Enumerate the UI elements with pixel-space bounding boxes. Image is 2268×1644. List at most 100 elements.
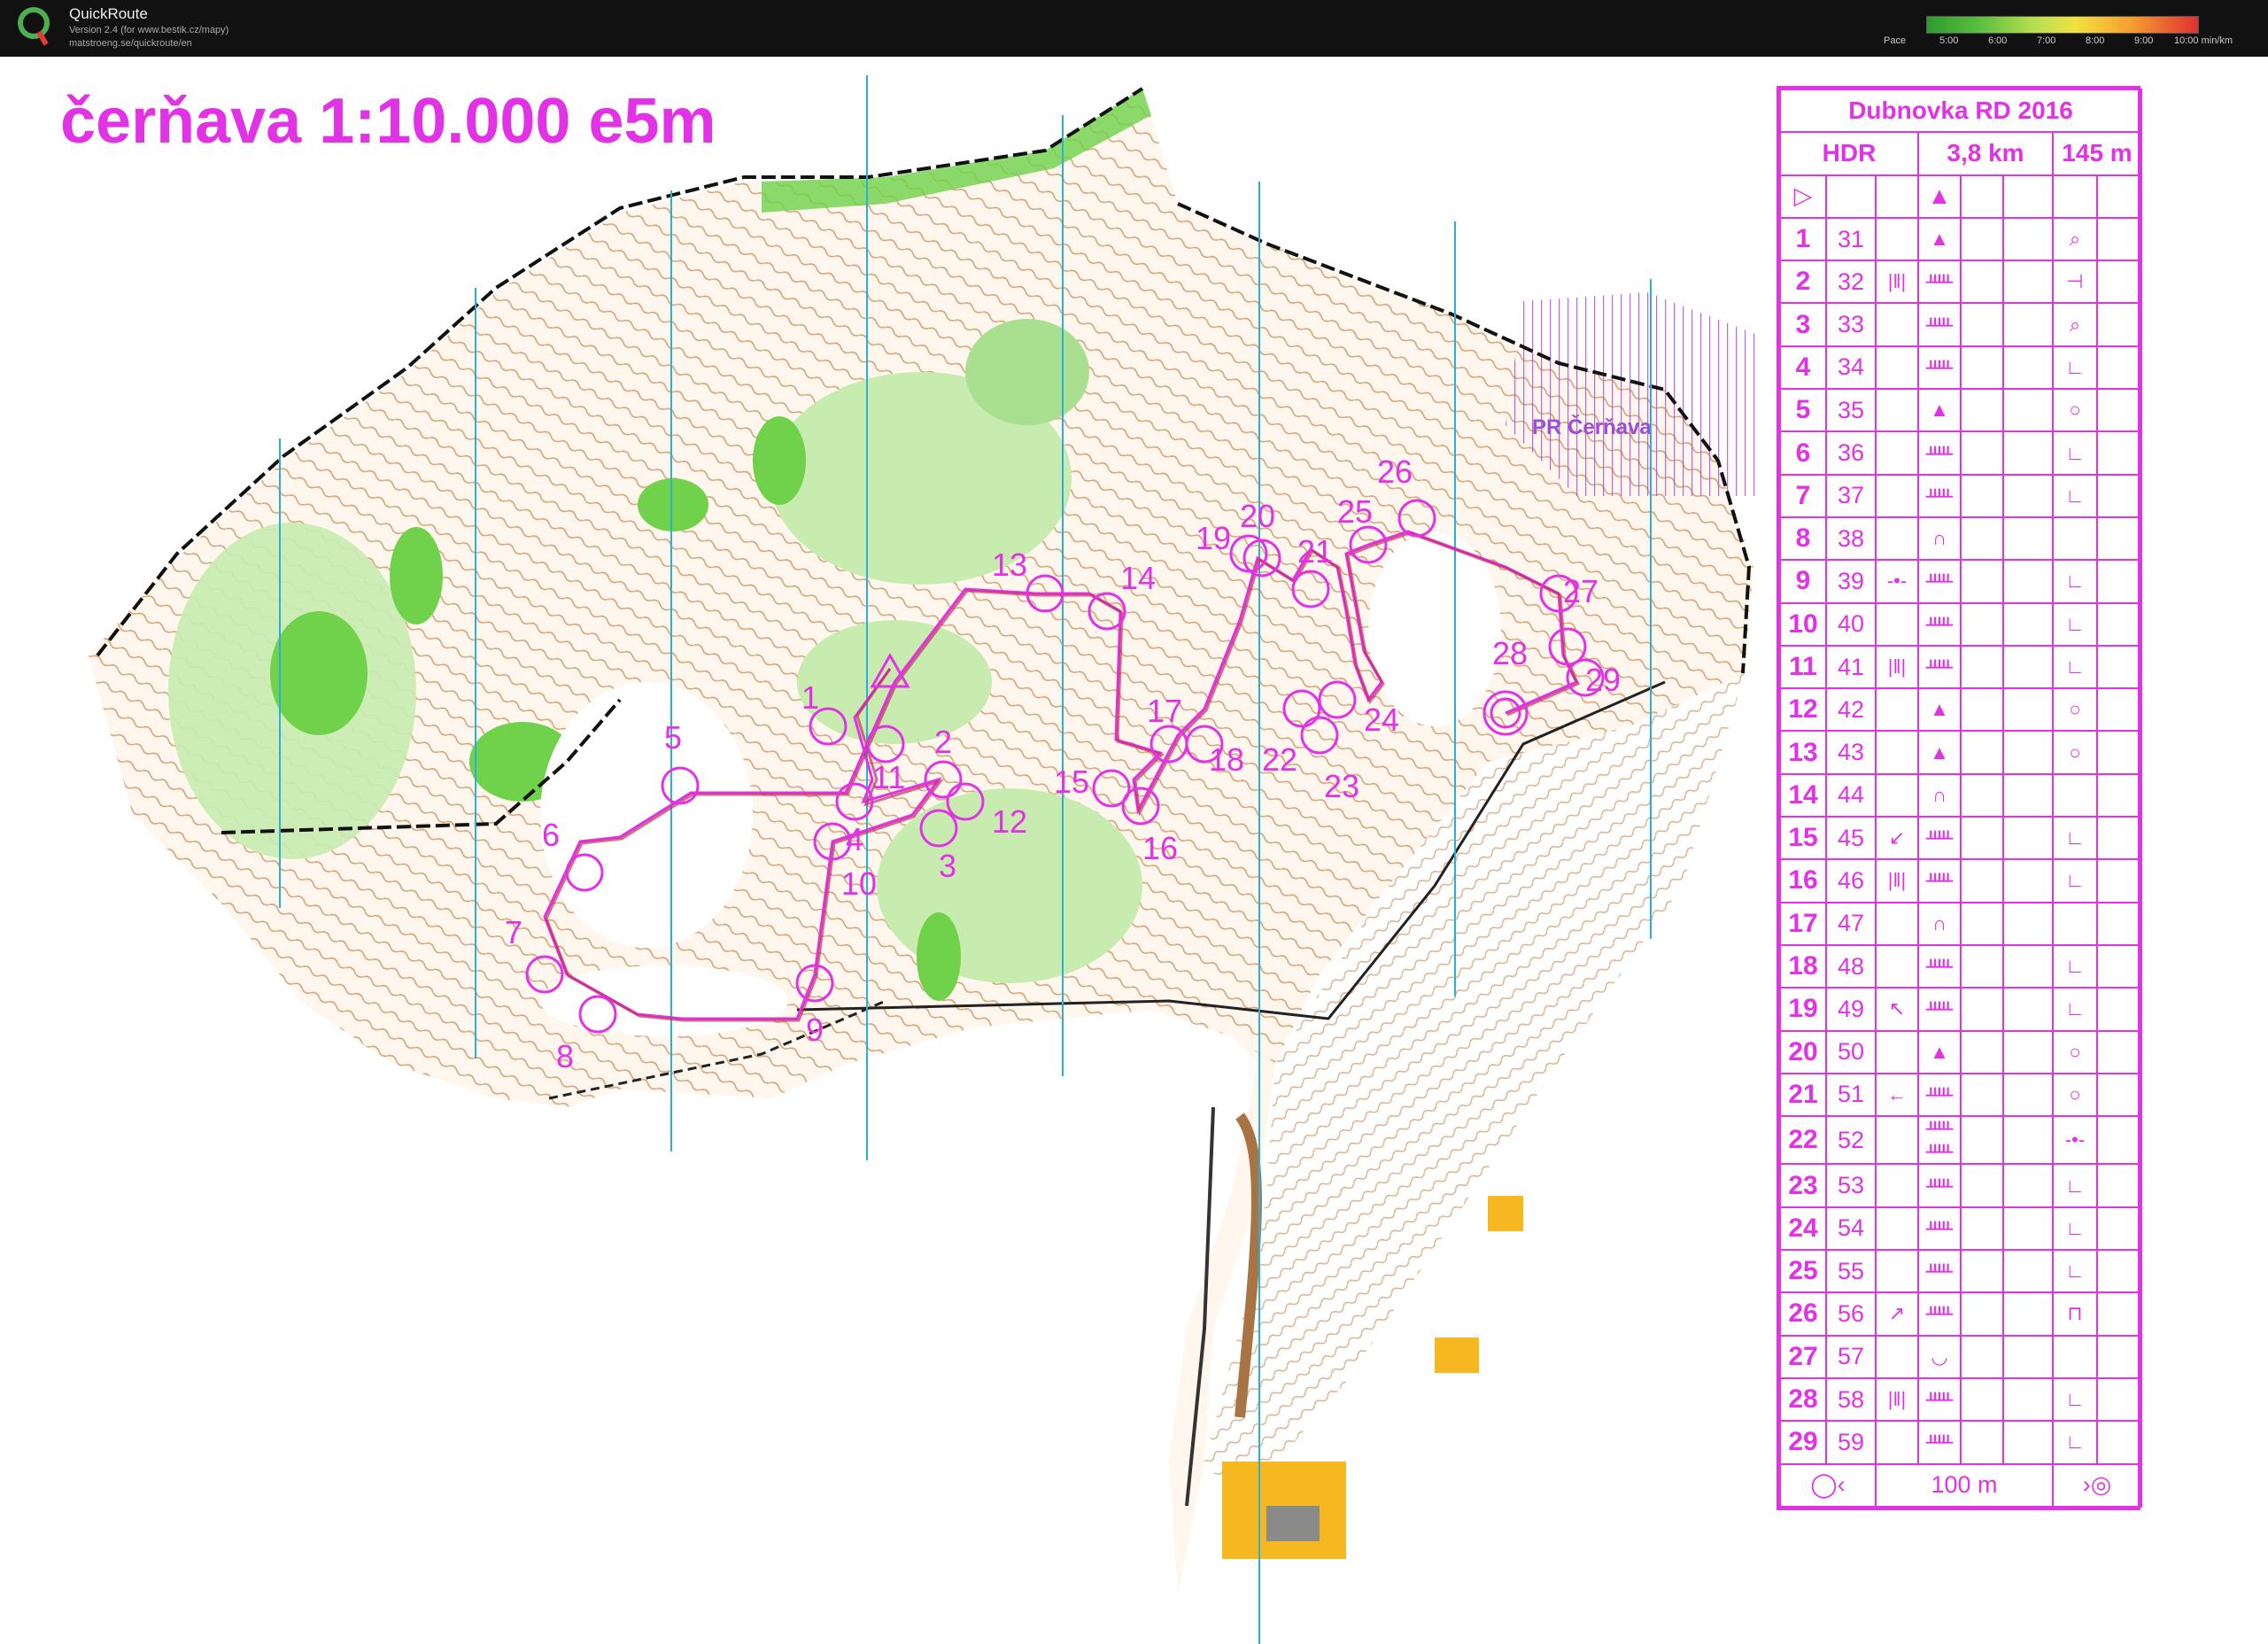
control-code: 57 — [1825, 1334, 1877, 1379]
control-number: 26 — [1377, 454, 1413, 490]
pace-color-scale — [1926, 16, 2199, 34]
empty-cell — [2002, 1206, 2054, 1252]
location-icon: ○ — [2052, 1029, 2098, 1074]
which-feature-icon — [1875, 516, 1919, 562]
control-code: 41 — [1825, 644, 1877, 690]
control-description-row: 27 57 ◡ — [1779, 1334, 2143, 1379]
control-code: 58 — [1825, 1376, 1877, 1423]
empty-cell — [1960, 516, 2004, 562]
control-seq-number: 25 — [1779, 1249, 1827, 1294]
control-seq-number: 7 — [1779, 473, 1827, 518]
empty-cell — [2095, 1163, 2143, 1208]
control-seq-number: 2 — [1779, 260, 1827, 305]
control-number: 29 — [1585, 662, 1621, 698]
empty-cell — [1960, 1163, 2004, 1208]
control-code: 51 — [1825, 1072, 1877, 1118]
which-feature-icon — [1875, 1334, 1919, 1379]
control-code: 59 — [1825, 1420, 1877, 1465]
control-code: 54 — [1825, 1206, 1877, 1252]
control-description-row: 3 33 ᚊ ⌕ — [1779, 302, 2143, 347]
forest-dark — [753, 416, 806, 505]
control-number: 18 — [1209, 741, 1244, 778]
which-feature-icon — [1875, 302, 1919, 347]
which-feature-icon — [1875, 430, 1919, 476]
which-feature-icon — [1875, 1420, 1919, 1465]
open-field — [540, 965, 788, 1036]
location-icon: -•- — [2052, 1115, 2098, 1166]
control-feature-icon: ᚊ — [1917, 473, 1962, 518]
control-description-row: 29 59 ᚊ ∟ — [1779, 1420, 2143, 1465]
event-name: Dubnovka RD 2016 — [1778, 88, 2143, 134]
empty-cell — [2002, 1249, 2054, 1294]
location-icon: ∟ — [2052, 1249, 2098, 1294]
control-code: 43 — [1825, 730, 1877, 775]
empty-cell — [2002, 516, 2054, 562]
empty-cell — [2095, 816, 2143, 861]
control-feature-icon: ᚊ — [1917, 943, 1962, 989]
empty-cell — [2002, 302, 2054, 347]
control-seq-number: 1 — [1779, 216, 1827, 262]
control-number: 7 — [505, 914, 522, 950]
location-icon: ∟ — [2052, 943, 2098, 989]
control-feature-icon: ᚊ ᚊ — [1917, 1115, 1962, 1166]
which-feature-icon — [1875, 1115, 1919, 1166]
control-description-row: 1 31 ▲ ⌕ — [1779, 216, 2143, 262]
control-feature-icon: ▲ — [1917, 687, 1962, 733]
control-code: 42 — [1825, 687, 1877, 733]
control-feature-icon: ᚊ — [1917, 644, 1962, 690]
control-feature-icon: ᚊ — [1917, 816, 1962, 861]
control-description-row: 14 44 ∩ — [1779, 772, 2143, 818]
which-feature-icon: ← — [1875, 1072, 1919, 1118]
which-feature-icon: ↙ — [1875, 816, 1919, 861]
control-feature-icon: ᚊ — [1917, 1291, 1962, 1337]
pace-tick: 5:00 — [1939, 35, 1959, 46]
forest-dark — [390, 527, 443, 624]
empty-cell — [1960, 1291, 2004, 1337]
which-feature-icon — [1875, 772, 1919, 818]
control-feature-icon: ∩ — [1917, 772, 1962, 818]
control-seq-number: 22 — [1779, 1115, 1827, 1166]
empty-cell — [1960, 345, 2004, 391]
empty-cell — [2095, 1115, 2143, 1166]
pace-tick: 9:00 — [2134, 35, 2154, 46]
control-number: 19 — [1196, 520, 1231, 556]
empty-cell — [2002, 473, 2054, 518]
control-code: 45 — [1825, 816, 1877, 861]
empty-cell — [2095, 772, 2143, 818]
control-description-row: 4 34 ᚊ ∟ — [1779, 345, 2143, 391]
control-code: 33 — [1825, 302, 1877, 347]
control-description-row: 5 35 ▲ ○ — [1779, 388, 2143, 433]
control-seq-number: 19 — [1779, 987, 1827, 1032]
control-feature-icon: ∩ — [1917, 901, 1962, 946]
app-version: Version 2.4 (for www.bestik.cz/mapy) — [69, 25, 229, 35]
control-number: 1 — [801, 679, 819, 716]
empty-cell — [2002, 1334, 2054, 1379]
location-icon — [2052, 772, 2098, 818]
empty-cell — [1960, 644, 2004, 690]
control-code: 44 — [1825, 772, 1877, 818]
start-symbol-icon: ▷ — [1779, 174, 1827, 219]
control-code: 38 — [1825, 516, 1877, 562]
which-feature-icon — [1875, 943, 1919, 989]
empty-cell — [2002, 687, 2054, 733]
control-seq-number: 5 — [1779, 388, 1827, 433]
pace-tick: 7:00 — [2037, 35, 2056, 46]
empty-cell — [2002, 559, 2054, 604]
empty-cell — [2095, 1206, 2143, 1252]
area-label: PR Čerňava — [1532, 415, 1652, 439]
finish-distance: 100 m — [1875, 1462, 2054, 1508]
location-icon: ∟ — [2052, 1376, 2098, 1423]
location-icon: ∟ — [2052, 987, 2098, 1032]
control-seq-number: 6 — [1779, 430, 1827, 476]
empty-cell — [2095, 559, 2143, 604]
empty-cell — [2095, 730, 2143, 775]
empty-cell — [2002, 987, 2054, 1032]
control-description-row: 24 54 ᚊ ∟ — [1779, 1206, 2143, 1252]
control-seq-number: 29 — [1779, 1420, 1827, 1465]
control-seq-number: 16 — [1779, 858, 1827, 903]
control-feature-icon: ᚊ — [1917, 430, 1962, 476]
forest-dark — [638, 478, 708, 531]
control-code: 52 — [1825, 1115, 1877, 1166]
buildings — [1435, 1338, 1479, 1373]
empty-cell — [1960, 430, 2004, 476]
